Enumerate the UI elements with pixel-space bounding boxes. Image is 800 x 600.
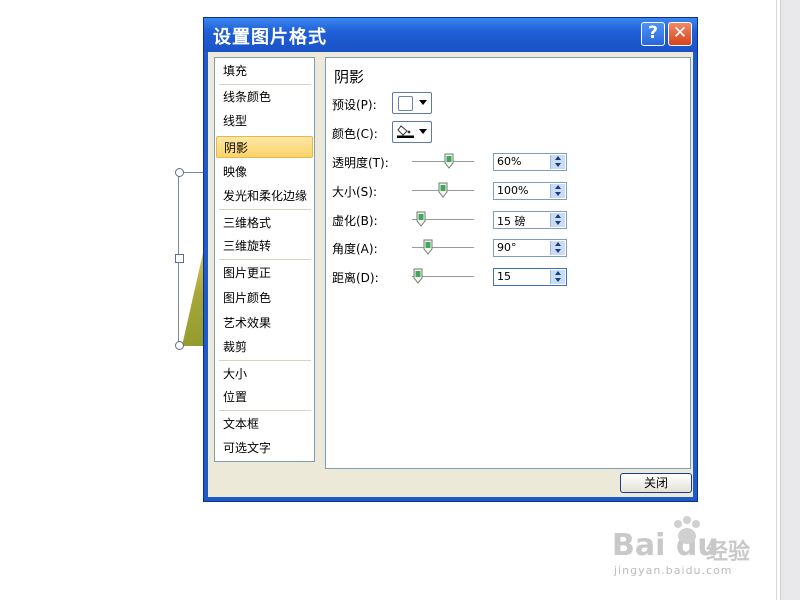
- spin-up-icon: [555, 185, 561, 189]
- nav-item-text-box[interactable]: 文本框: [216, 413, 313, 435]
- size-spin-input[interactable]: 100%: [493, 182, 567, 200]
- spin-down-icon: [555, 278, 561, 282]
- dialog-titlebar[interactable]: 设置图片格式 ? ✕: [204, 18, 697, 52]
- resize-handle-top-left[interactable]: [175, 168, 184, 177]
- nav-item-crop[interactable]: 裁剪: [216, 336, 313, 358]
- blur-spin-input[interactable]: 15 磅: [493, 211, 567, 229]
- transparency-slider-thumb[interactable]: [444, 153, 454, 169]
- paint-bucket-icon: [397, 125, 414, 138]
- spin-buttons[interactable]: [550, 241, 565, 255]
- spin-down-icon: [555, 249, 561, 253]
- preset-dropdown[interactable]: [392, 92, 432, 114]
- nav-item-artistic-effects[interactable]: 艺术效果: [216, 312, 313, 334]
- spin-up-icon: [555, 271, 561, 275]
- spin-buttons[interactable]: [550, 155, 565, 169]
- transparency-label: 透明度(T):: [332, 156, 389, 170]
- nav-item-position[interactable]: 位置: [216, 386, 313, 408]
- size-label: 大小(S):: [332, 185, 378, 199]
- close-window-button[interactable]: ✕: [668, 22, 692, 46]
- distance-value: 15: [497, 270, 511, 283]
- transparency-value: 60%: [497, 155, 522, 168]
- section-title: 阴影: [334, 68, 365, 86]
- resize-handle-bottom-left[interactable]: [175, 341, 184, 350]
- nav-separator: [219, 209, 311, 210]
- nav-item-reflection[interactable]: 映像: [216, 161, 313, 183]
- help-button[interactable]: ?: [641, 22, 665, 46]
- transparency-spin-input[interactable]: 60%: [493, 153, 567, 171]
- angle-label: 角度(A):: [332, 242, 378, 256]
- angle-slider-thumb[interactable]: [423, 239, 433, 255]
- vertical-scrollbar[interactable]: [780, 0, 800, 600]
- shadow-settings-panel: 阴影 预设(P): 颜色(C): 透明度(T): 60% 大小(S): 100%…: [325, 57, 691, 469]
- spin-up-icon: [555, 156, 561, 160]
- spin-up-icon: [555, 214, 561, 218]
- dialog-body: 填充 线条颜色 线型 阴影 映像 发光和柔化边缘 三维格式 三维旋转 图片更正 …: [208, 52, 693, 497]
- nav-item-fill[interactable]: 填充: [216, 60, 313, 82]
- spin-buttons[interactable]: [550, 213, 565, 227]
- angle-slider-track[interactable]: [412, 247, 474, 248]
- size-value: 100%: [497, 184, 529, 197]
- preset-label: 预设(P):: [332, 98, 377, 112]
- category-list: 填充 线条颜色 线型 阴影 映像 发光和柔化边缘 三维格式 三维旋转 图片更正 …: [214, 57, 315, 462]
- nav-separator: [219, 84, 311, 85]
- color-label: 颜色(C):: [332, 127, 378, 141]
- blur-label: 虚化(B):: [332, 214, 378, 228]
- watermark-url: jingyan.baidu.com: [614, 564, 733, 577]
- angle-spin-input[interactable]: 90°: [493, 239, 567, 257]
- blur-value: 15 磅: [497, 215, 526, 228]
- dialog-title: 设置图片格式: [213, 27, 327, 48]
- chevron-down-icon: [419, 129, 427, 134]
- color-dropdown[interactable]: [392, 121, 432, 143]
- blur-slider-thumb[interactable]: [416, 211, 426, 227]
- spin-down-icon: [555, 163, 561, 167]
- nav-separator: [219, 259, 311, 260]
- nav-item-picture-corrections[interactable]: 图片更正: [216, 262, 313, 284]
- watermark-brand: 经验: [706, 540, 751, 565]
- nav-item-3d-rotation[interactable]: 三维旋转: [216, 235, 313, 257]
- spin-down-icon: [555, 192, 561, 196]
- nav-item-line-color[interactable]: 线条颜色: [216, 86, 313, 108]
- distance-slider-thumb[interactable]: [413, 268, 423, 284]
- spin-down-icon: [555, 221, 561, 225]
- nav-item-alt-text[interactable]: 可选文字: [216, 437, 313, 459]
- transparency-slider-track[interactable]: [412, 161, 474, 162]
- nav-item-shadow[interactable]: 阴影: [216, 136, 313, 158]
- nav-separator: [219, 410, 311, 411]
- nav-item-3d-format[interactable]: 三维格式: [216, 212, 313, 234]
- nav-item-picture-color[interactable]: 图片颜色: [216, 287, 313, 309]
- preset-swatch-icon: [398, 96, 413, 111]
- paw-icon: [674, 516, 700, 544]
- close-button[interactable]: 关闭: [620, 473, 692, 493]
- size-slider-thumb[interactable]: [438, 182, 448, 198]
- angle-value: 90°: [497, 241, 517, 254]
- format-picture-dialog: 设置图片格式 ? ✕ 填充 线条颜色 线型 阴影 映像 发光和柔化边缘 三维格式…: [203, 17, 698, 502]
- spin-up-icon: [555, 242, 561, 246]
- nav-separator: [219, 360, 311, 361]
- spin-buttons[interactable]: [550, 184, 565, 198]
- distance-spin-input[interactable]: 15: [493, 268, 567, 286]
- nav-item-glow-soft-edges[interactable]: 发光和柔化边缘: [216, 185, 313, 207]
- nav-item-size[interactable]: 大小: [216, 363, 313, 385]
- resize-handle-left[interactable]: [175, 254, 184, 263]
- baidu-jingyan-watermark: Bai du 经验 jingyan.baidu.com: [612, 512, 772, 582]
- distance-label: 距离(D):: [332, 271, 379, 285]
- nav-item-line-style[interactable]: 线型: [216, 110, 313, 132]
- close-icon: ✕: [672, 23, 688, 43]
- page-edge-line: [776, 0, 777, 600]
- spin-buttons[interactable]: [550, 270, 565, 284]
- chevron-down-icon: [419, 100, 427, 105]
- help-icon: ?: [648, 23, 658, 43]
